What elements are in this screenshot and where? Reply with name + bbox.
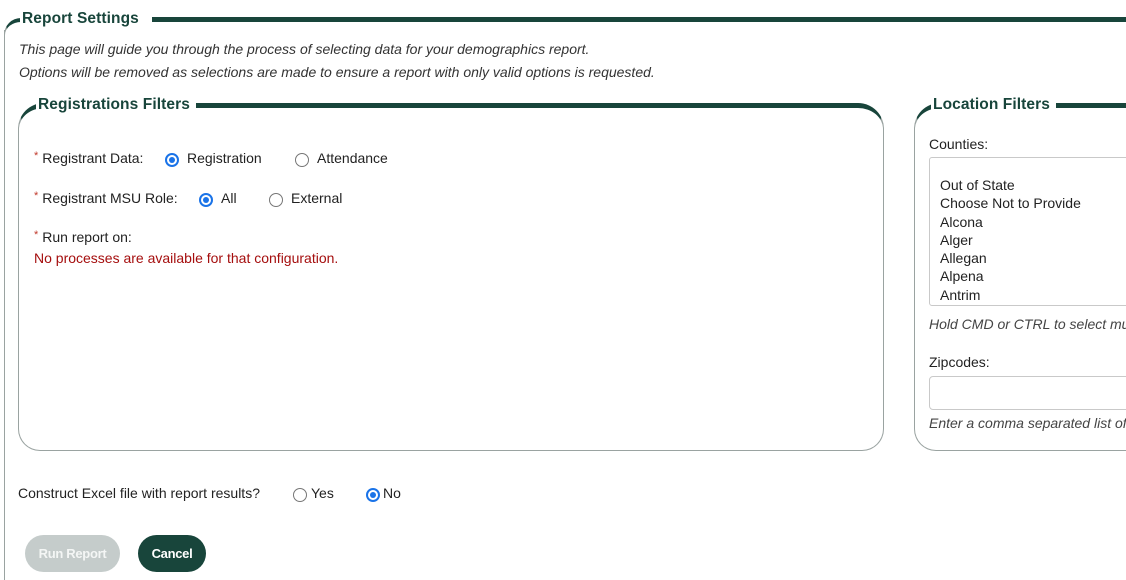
registrations-filters-legend: Registrations Filters [36,96,196,114]
msu-role-label: Registrant MSU Role: [42,190,178,206]
report-settings-top-line [152,17,1126,22]
county-option[interactable] [930,158,1126,176]
role-external-radio-label[interactable]: External [291,190,342,206]
county-option[interactable]: Alcona [930,213,1126,231]
required-marker: * [34,229,39,241]
required-marker: * [34,190,39,202]
run-report-on-label: Run report on: [42,229,132,245]
registration-radio-label[interactable]: Registration [187,150,262,166]
location-filters-legend: Location Filters [931,96,1057,114]
run-report-on-row: * Run report on: [34,229,132,245]
report-settings-border [4,30,5,580]
report-settings-corner [4,18,21,38]
county-option[interactable]: Allegan [930,249,1126,267]
county-option[interactable]: Alpena [930,267,1126,285]
required-marker: * [34,150,39,162]
no-processes-error: No processes are available for that conf… [34,250,339,266]
registrations-filters-fieldset [18,103,884,451]
counties-multiselect[interactable]: Out of State Choose Not to Provide Alcon… [929,157,1126,306]
county-option[interactable]: Choose Not to Provide [930,194,1126,212]
counties-hint: Hold CMD or CTRL to select multiple [929,316,1126,332]
excel-yes-radio[interactable] [293,488,307,502]
registration-radio[interactable] [165,153,179,167]
excel-no-radio[interactable] [366,488,380,502]
report-settings-legend: Report Settings [20,10,145,28]
role-external-radio[interactable] [269,193,283,207]
intro-line-1: This page will guide you through the pro… [19,41,590,57]
county-option[interactable]: Alger [930,231,1126,249]
run-report-button[interactable]: Run Report [25,535,120,572]
role-all-radio[interactable] [199,193,213,207]
excel-yes-label[interactable]: Yes [311,485,334,501]
zipcodes-hint: Enter a comma separated list of zipcodes [929,415,1126,431]
county-option[interactable]: Out of State [930,176,1126,194]
registrant-data-label: Registrant Data: [42,150,144,166]
registrant-data-row: * Registrant Data: [34,150,143,166]
intro-line-2: Options will be removed as selections ar… [19,64,655,80]
county-option[interactable]: Antrim [930,286,1126,304]
attendance-radio[interactable] [295,153,309,167]
counties-label: Counties: [929,136,989,152]
zipcodes-input[interactable] [929,376,1126,410]
attendance-radio-label[interactable]: Attendance [317,150,388,166]
excel-label: Construct Excel file with report results… [18,485,260,501]
zipcodes-label: Zipcodes: [929,354,990,370]
cancel-button[interactable]: Cancel [138,535,206,572]
excel-no-label[interactable]: No [383,485,401,501]
role-all-radio-label[interactable]: All [221,190,237,206]
msu-role-row: * Registrant MSU Role: [34,190,178,206]
